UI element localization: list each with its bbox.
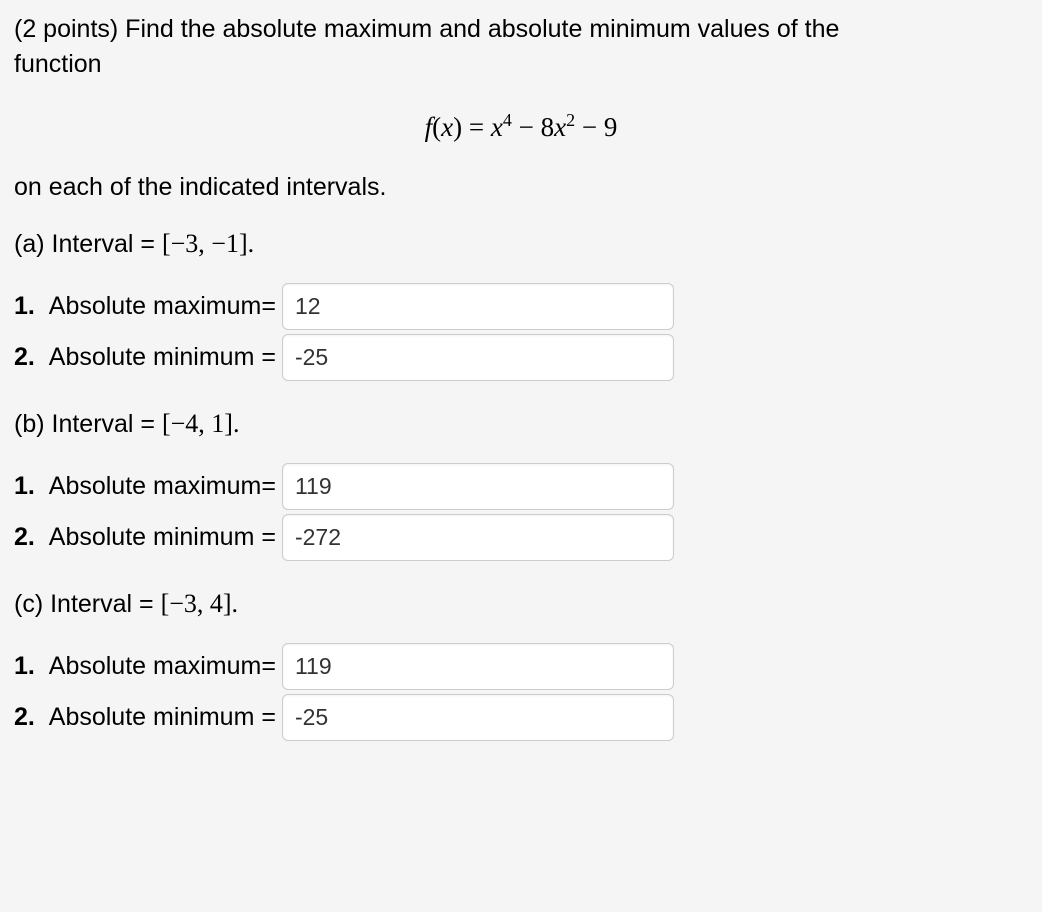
interval-c-block: (c) Interval = [−3, 4]. 1. Absolute maxi… [14,589,1028,741]
interval-b-prefix: (b) Interval = [14,410,162,438]
interval-b-max-row: 1. Absolute maximum= [14,463,1028,510]
interval-c-max-input[interactable] [282,643,674,690]
interval-a-min-row: 2. Absolute minimum = [14,334,1028,381]
interval-b-max-label: 1. Absolute maximum= [14,472,276,501]
interval-c-max-label: 1. Absolute maximum= [14,652,276,681]
interval-a-block: (a) Interval = [−3, −1]. 1. Absolute max… [14,229,1028,381]
interval-c-prefix: (c) Interval = [14,590,161,618]
problem-container: (2 points) Find the absolute maximum and… [0,0,1042,781]
interval-a-min-input[interactable] [282,334,674,381]
interval-c-min-label: 2. Absolute minimum = [14,703,276,732]
interval-a-label: (a) Interval = [−3, −1]. [14,229,1028,259]
intervals-intro: on each of the indicated intervals. [14,171,1028,205]
problem-statement: (2 points) Find the absolute maximum and… [14,12,1028,82]
interval-a-max-row: 1. Absolute maximum= [14,283,1028,330]
problem-line2: function [14,50,102,78]
interval-b-max-input[interactable] [282,463,674,510]
interval-a-prefix: (a) Interval = [14,230,162,258]
interval-c-max-row: 1. Absolute maximum= [14,643,1028,690]
interval-b-block: (b) Interval = [−4, 1]. 1. Absolute maxi… [14,409,1028,561]
interval-b-min-row: 2. Absolute minimum = [14,514,1028,561]
points-label: (2 points) [14,15,118,43]
interval-b-min-input[interactable] [282,514,674,561]
interval-a-max-label: 1. Absolute maximum= [14,292,276,321]
interval-c-min-input[interactable] [282,694,674,741]
interval-c-label: (c) Interval = [−3, 4]. [14,589,1028,619]
interval-c-min-row: 2. Absolute minimum = [14,694,1028,741]
interval-a-math: [−3, −1]. [162,229,254,258]
interval-a-max-input[interactable] [282,283,674,330]
interval-a-min-label: 2. Absolute minimum = [14,343,276,372]
interval-b-min-label: 2. Absolute minimum = [14,523,276,552]
equation: f(x) = x4 − 8x2 − 9 [14,110,1028,143]
interval-b-label: (b) Interval = [−4, 1]. [14,409,1028,439]
interval-b-math: [−4, 1]. [162,409,239,438]
problem-line1: Find the absolute maximum and absolute m… [125,15,839,43]
interval-c-math: [−3, 4]. [161,589,238,618]
